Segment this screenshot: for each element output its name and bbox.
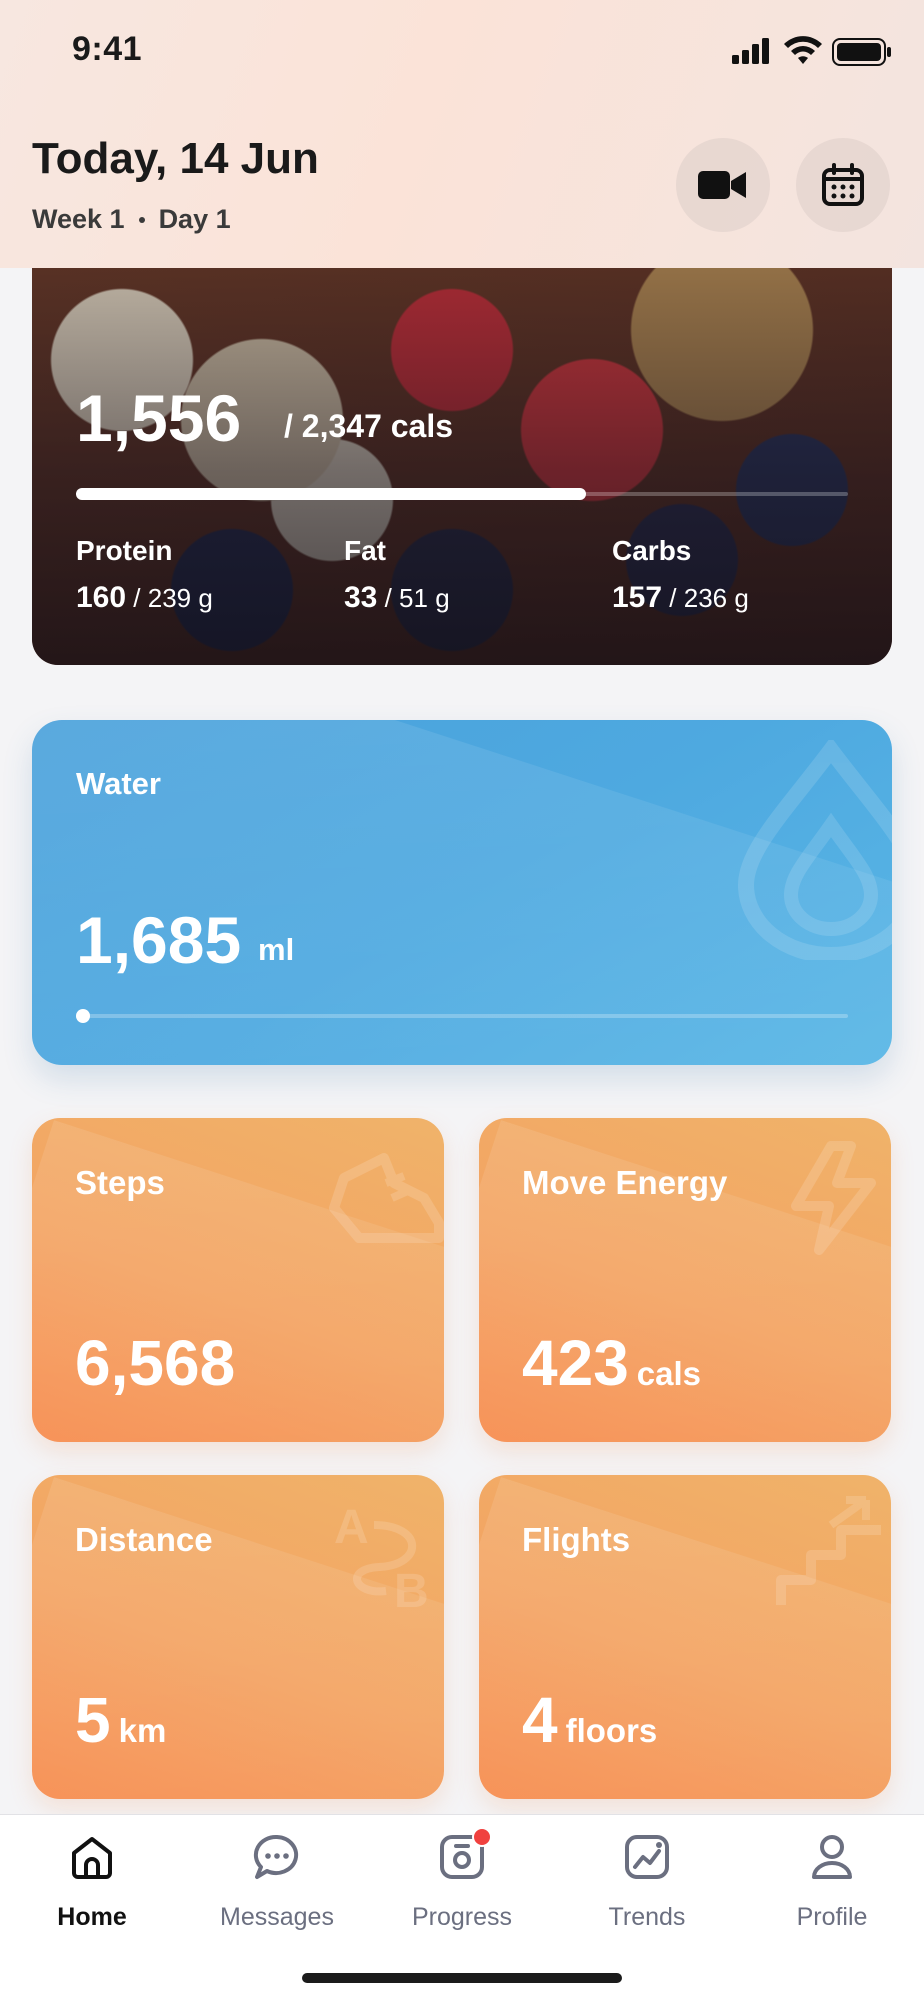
page-title: Today, 14 Jun xyxy=(32,134,319,183)
steps-card[interactable]: Steps 6,568 xyxy=(32,1118,444,1442)
steps-value: 6,568 xyxy=(75,1327,236,1399)
tab-label: Home xyxy=(57,1903,127,1931)
water-progress-bar xyxy=(76,1009,848,1023)
macro-value: 160 / 239 g xyxy=(76,581,213,614)
calendar-button[interactable] xyxy=(796,138,890,232)
stairs-icon xyxy=(776,1496,881,1605)
lightning-bolt-icon xyxy=(791,1141,876,1255)
water-progress-fill xyxy=(76,1009,90,1023)
day-label: Day 1 xyxy=(158,204,231,234)
move-energy-value: 423 cals xyxy=(522,1327,702,1399)
water-card[interactable]: Water 1,685 ml xyxy=(32,720,892,1065)
tab-progress[interactable]: Progress xyxy=(370,1827,554,1932)
macro-value: 157 / 236 g xyxy=(612,581,749,614)
distance-card[interactable]: A B Distance 5 km xyxy=(32,1475,444,1799)
svg-text:A: A xyxy=(334,1501,369,1554)
home-indicator xyxy=(302,1973,622,1983)
tab-home[interactable]: Home xyxy=(0,1833,184,1932)
macro-label: Protein xyxy=(76,535,173,566)
macro-label: Fat xyxy=(344,535,386,566)
profile-icon xyxy=(812,1835,852,1879)
tab-messages[interactable]: Messages xyxy=(185,1833,369,1932)
week-day-label: Week 1 Day 1 xyxy=(32,204,231,235)
calories-consumed: 1,556 xyxy=(76,381,242,455)
home-icon xyxy=(72,1837,112,1879)
video-camera-icon xyxy=(698,171,746,199)
distance-title: Distance xyxy=(75,1521,213,1558)
calories-total: / 2,347 cals xyxy=(284,408,454,444)
distance-unit: km xyxy=(118,1712,167,1749)
move-energy-unit: cals xyxy=(636,1355,702,1392)
macro-value: 33 / 51 g xyxy=(344,581,450,614)
move-energy-title: Move Energy xyxy=(522,1164,728,1201)
trends-icon xyxy=(625,1835,669,1879)
tab-trends[interactable]: Trends xyxy=(555,1833,739,1932)
tab-label: Profile xyxy=(796,1903,868,1931)
calories-progress-bar xyxy=(76,488,848,500)
flights-value: 4 floors xyxy=(522,1684,658,1756)
route-a-to-b-icon: A B xyxy=(334,1501,429,1615)
progress-icon-wrap xyxy=(438,1827,492,1881)
calories-card[interactable]: 1,556 / 2,347 cals Protein 160 / 239 g F… xyxy=(32,230,892,665)
calories-progress-fill xyxy=(76,488,586,500)
water-title: Water xyxy=(76,766,161,801)
calendar-icon xyxy=(822,163,864,206)
shoe-icon xyxy=(329,1153,444,1243)
tab-label: Progress xyxy=(411,1903,513,1931)
water-value: 1,685 xyxy=(76,903,242,977)
move-energy-card[interactable]: Move Energy 423 cals xyxy=(479,1118,891,1442)
svg-text:B: B xyxy=(394,1565,429,1615)
tab-label: Trends xyxy=(608,1903,686,1931)
water-unit: ml xyxy=(258,932,295,967)
wifi-icon xyxy=(784,36,822,64)
flights-title: Flights xyxy=(522,1521,631,1558)
tab-label: Messages xyxy=(220,1903,334,1931)
tab-profile[interactable]: Profile xyxy=(740,1833,924,1932)
status-bar: 9:41 xyxy=(0,0,924,100)
distance-value: 5 km xyxy=(75,1684,167,1756)
messages-icon xyxy=(253,1834,299,1879)
macro-carbs: Carbs 157 / 236 g xyxy=(612,535,749,615)
video-call-button[interactable] xyxy=(676,138,770,232)
battery-icon xyxy=(832,38,891,66)
flights-unit: floors xyxy=(565,1712,658,1749)
macro-fat: Fat 33 / 51 g xyxy=(344,535,450,615)
steps-title: Steps xyxy=(75,1164,165,1201)
cellular-signal-icon xyxy=(732,38,769,64)
macro-label: Carbs xyxy=(612,535,692,566)
header: 9:41 Today, 14 Jun Week 1 Day 1 xyxy=(0,0,924,268)
water-drop-icon xyxy=(737,740,892,960)
macro-protein: Protein 160 / 239 g xyxy=(76,535,213,615)
flights-card[interactable]: Flights 4 floors xyxy=(479,1475,891,1799)
status-time: 9:41 xyxy=(72,30,143,68)
notification-badge xyxy=(472,1827,492,1847)
separator-dot xyxy=(138,216,145,223)
week-label: Week 1 xyxy=(32,204,125,234)
